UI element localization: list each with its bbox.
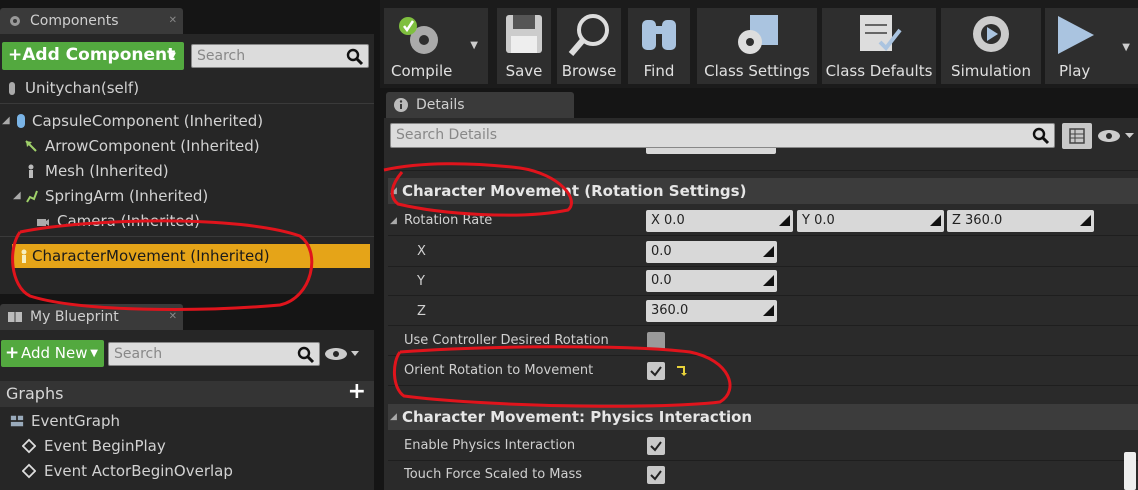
annotation-circle-component — [11, 219, 314, 311]
red-annotation-marks — [11, 162, 732, 408]
annotation-circle-orient — [393, 345, 732, 408]
annotation-circle-section — [383, 162, 573, 217]
